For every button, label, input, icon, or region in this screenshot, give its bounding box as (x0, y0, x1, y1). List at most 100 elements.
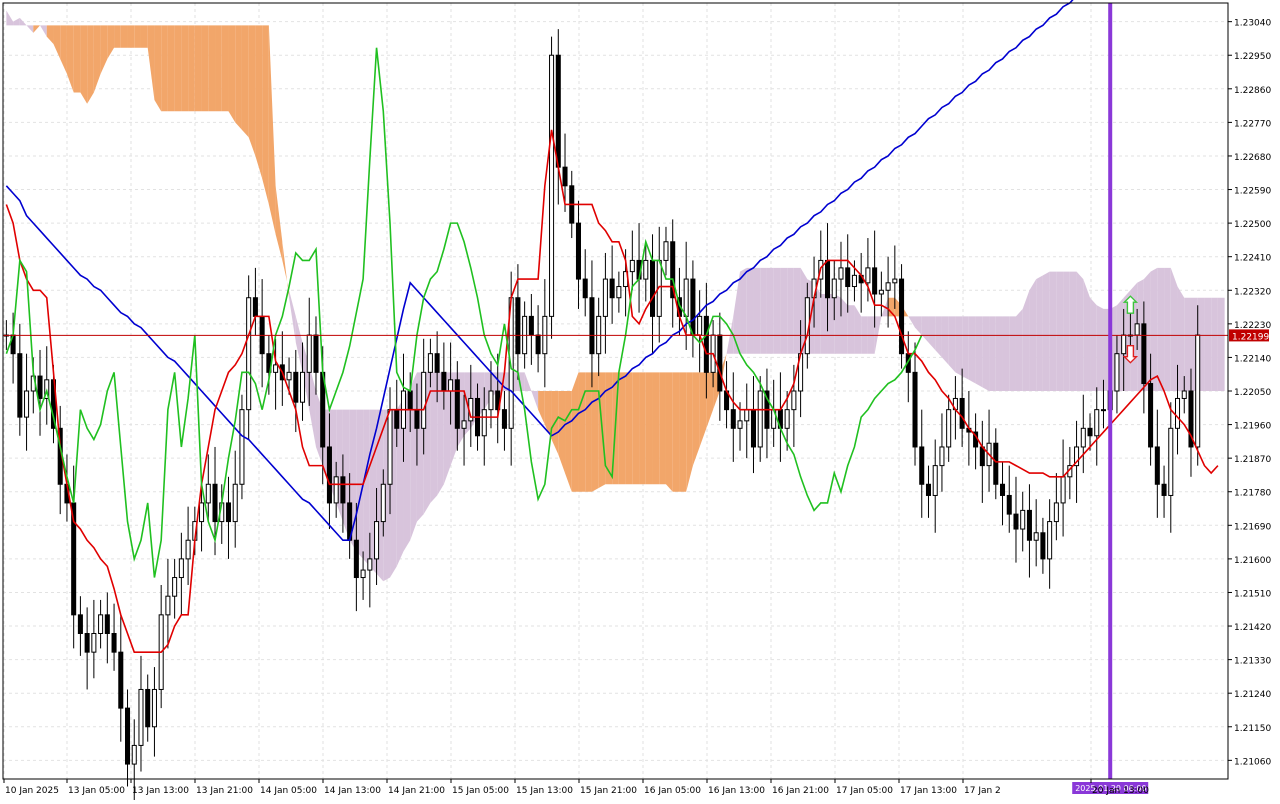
x-tick-label: 20 Jan 13:00 (1092, 786, 1149, 796)
candle-bear (77, 614, 83, 634)
candle-bull (663, 241, 669, 261)
candle-bear (340, 476, 346, 504)
kumo-bullish (167, 25, 175, 112)
candle-bull (421, 371, 427, 429)
candle-bear (925, 483, 932, 496)
kumo-bullish (632, 372, 640, 485)
candle-bull (744, 409, 750, 422)
candle-bear (313, 334, 319, 373)
candle-bull (199, 502, 205, 523)
candle-bear (1141, 323, 1147, 385)
x-tick-label: 14 Jan 05:00 (260, 786, 317, 796)
candle-bear (515, 297, 521, 355)
candle-bear (555, 54, 561, 168)
y-tick-label: 1.23040 (1234, 19, 1271, 29)
x-tick-label: 14 Jan 13:00 (324, 786, 381, 796)
candle-bull (98, 614, 104, 634)
x-tick-label: 16 Jan 21:00 (772, 786, 829, 796)
candle-bull (306, 334, 312, 373)
ichimoku-chart[interactable]: 1.22199 2025.01.20 06:00 1.23040 1.22950 1.… (0, 0, 1280, 802)
candle-bull (757, 390, 763, 448)
kumo-bearish (1069, 271, 1077, 391)
chart-svg[interactable]: 1.221992025.01.20 06:00 1.230401.229501.… (0, 0, 1280, 802)
candle-bull (24, 390, 30, 418)
kumo-bearish (1049, 271, 1057, 391)
kumo-bearish (955, 316, 963, 377)
candle-bull (374, 521, 380, 560)
candle-bull (1175, 397, 1181, 429)
candle-bull (286, 371, 292, 381)
candle-bull (300, 371, 306, 403)
kumo-bullish (571, 372, 579, 492)
kumo-bearish (430, 372, 438, 503)
candle-bull (892, 278, 898, 284)
candle-bear (293, 371, 299, 403)
candle-bull (178, 558, 184, 579)
candle-bear (919, 446, 925, 485)
candle-bull (448, 379, 454, 392)
y-tick-label: 1.22680 (1234, 153, 1271, 163)
candle-bear (407, 390, 413, 411)
kumo-bearish (1184, 297, 1191, 391)
kumo-bullish (80, 25, 88, 104)
x-tick-label: 13 Jan 21:00 (196, 786, 253, 796)
candle-bull (697, 315, 703, 336)
candle-bull (239, 409, 245, 485)
kumo-bullish (188, 25, 195, 112)
candle-bull (131, 744, 137, 765)
candle-bull (885, 282, 891, 291)
candle-bull (1094, 409, 1100, 437)
x-tick-label: 17 Jan 13:00 (900, 786, 957, 796)
kumo-bullish (221, 25, 229, 112)
candle-bull (151, 688, 157, 728)
candle-bull (461, 420, 467, 429)
kumo-bullish (228, 25, 236, 123)
x-tick-label: 16 Jan 05:00 (644, 786, 701, 796)
kumo-bearish (989, 316, 996, 391)
candle-bear (582, 278, 588, 299)
kumo-bearish (1036, 275, 1043, 391)
y-tick-label: 1.22050 (1234, 388, 1271, 398)
kumo-bullish (215, 25, 222, 112)
candle-bull (1080, 427, 1086, 448)
candle-bear (501, 409, 507, 429)
candle-bull (791, 390, 797, 411)
x-tick-label: 17 Jan 05:00 (836, 786, 893, 796)
kumo-bullish (679, 372, 687, 492)
kumo-bullish (652, 372, 660, 485)
x-tick-label: 16 Jan 13:00 (708, 786, 765, 796)
kumo-bearish (1177, 286, 1185, 391)
kumo-bearish (787, 267, 794, 354)
kumo-bearish (1150, 267, 1158, 391)
kumo-bearish (773, 267, 781, 354)
candle-bull (616, 286, 622, 299)
kumo-bullish (639, 372, 646, 485)
kumo-bullish (659, 372, 666, 485)
kumo-bearish (847, 305, 855, 354)
y-tick-label: 1.21330 (1234, 657, 1271, 667)
y-tick-label: 1.22590 (1234, 187, 1271, 197)
kumo-bearish (1217, 297, 1225, 391)
kumo-bearish (982, 316, 990, 391)
kumo-bullish (181, 25, 189, 112)
candle-bull (629, 259, 635, 273)
kumo-bullish (618, 372, 626, 485)
candle-bull (232, 483, 238, 523)
candle-bear (528, 315, 534, 336)
kumo-bullish (194, 25, 202, 112)
candle-bear (1087, 427, 1093, 437)
candle-bear (575, 222, 582, 280)
candle-bull (367, 558, 373, 571)
candle-bull (91, 633, 97, 653)
candle-bear (17, 353, 23, 418)
y-tick-label: 1.22230 (1234, 321, 1271, 331)
candle-bull (1195, 334, 1201, 448)
candle-bear (730, 409, 736, 429)
kumo-bearish (968, 316, 976, 384)
kumo-bearish (1002, 316, 1010, 391)
y-tick-label: 1.22410 (1234, 254, 1271, 264)
kumo-bullish (174, 25, 182, 112)
candle-bull (481, 409, 487, 437)
candle-bull (1047, 521, 1053, 560)
kumo-bearish (948, 316, 956, 373)
